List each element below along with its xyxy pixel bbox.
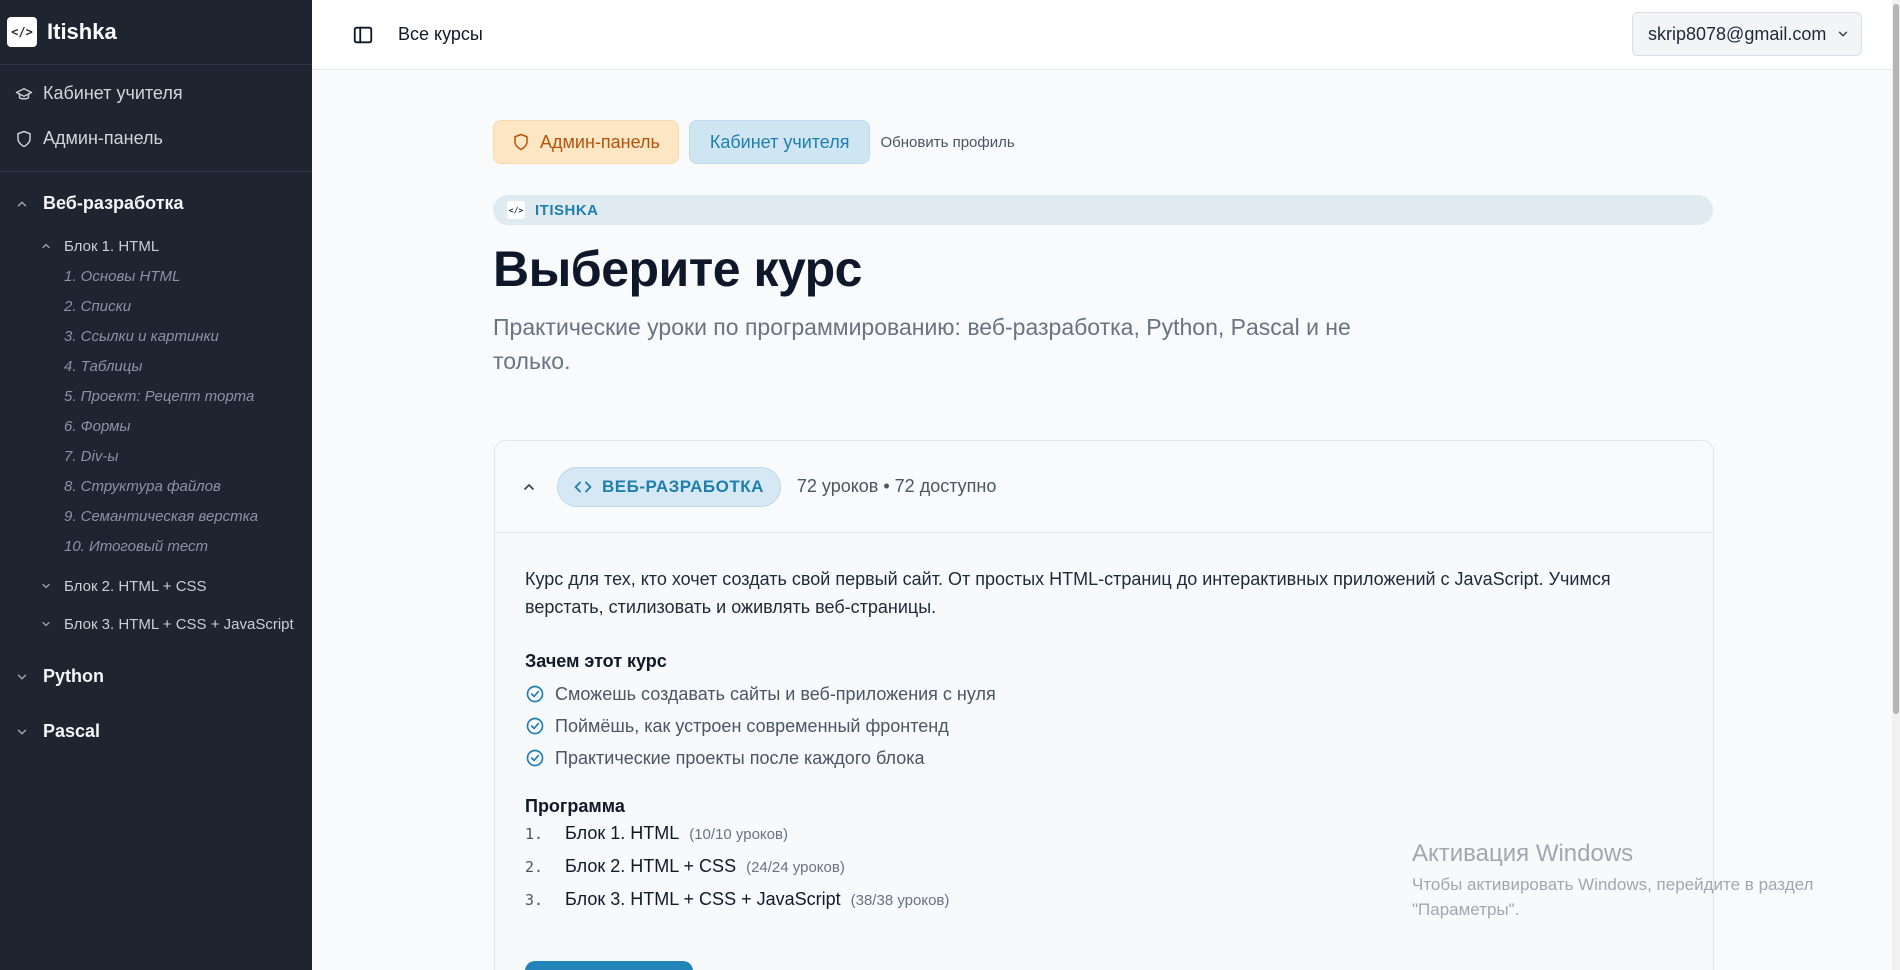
sidebar-top-links: Кабинет учителя Админ-панель: [0, 65, 312, 172]
shield-icon: [514, 133, 528, 151]
code-logo-icon: </>: [507, 201, 525, 219]
sidebar-section-python[interactable]: Python: [0, 649, 312, 704]
watermark-text: Чтобы активировать Windows, перейдите в …: [1412, 875, 1814, 919]
shield-icon: [17, 130, 31, 147]
chevron-down-icon: [42, 621, 50, 627]
watermark-title: Активация Windows: [1412, 840, 1634, 867]
program-count: (10/10 уроков): [689, 826, 788, 843]
course-meta: 72 уроков • 72 доступно: [796, 476, 997, 496]
chevron-up-icon: [17, 201, 27, 206]
course-badge-label: ВЕБ-РАЗРАБОТКА: [602, 476, 764, 496]
sidebar-item-label: Админ-панель: [43, 128, 163, 148]
user-email: skrip8078@gmail.com: [1648, 23, 1827, 44]
chevron-up-icon[interactable]: [521, 479, 537, 495]
topbar: Все курсы skrip8078@gmail.com: [312, 0, 1900, 70]
main-content: Админ-панель Кабинет учителя Обновить пр…: [312, 70, 1892, 970]
chevron-down-icon: [17, 674, 27, 679]
scrollbar-thumb[interactable]: [1893, 4, 1899, 714]
sidebar-lesson[interactable]: 5. Проект: Рецепт торта: [0, 381, 312, 411]
sidebar-lesson[interactable]: 4. Таблицы: [0, 351, 312, 381]
code-brackets-icon: [574, 481, 592, 492]
sidebar-lesson[interactable]: 8. Структура файлов: [0, 471, 312, 501]
sidebar-lesson[interactable]: 7. Div-ы: [0, 441, 312, 471]
chevron-down-icon: [1839, 31, 1848, 37]
brand-pill-label: ITISHKA: [535, 201, 599, 219]
chevron-up-icon: [42, 243, 50, 249]
sidebar: </> Itishka Кабинет учителя Админ-панель…: [0, 0, 312, 970]
program-name: Блок 1. HTML: [565, 823, 680, 843]
benefit-text: Поймёшь, как устроен современный фронтен…: [555, 715, 949, 736]
sidebar-section-label: Pascal: [43, 721, 101, 741]
program-number: 2.: [525, 858, 544, 876]
sidebar-toggle-icon[interactable]: [352, 24, 374, 46]
sidebar-block-label: Блок 2. HTML + CSS: [64, 577, 207, 595]
course-badge: ВЕБ-РАЗРАБОТКА: [557, 466, 781, 507]
sidebar-item-label: Кабинет учителя: [43, 83, 183, 103]
teacher-cabinet-label: Кабинет учителя: [709, 131, 850, 152]
sidebar-lesson[interactable]: 3. Ссылки и картинки: [0, 321, 312, 351]
why-heading: Зачем этот курс: [525, 651, 667, 671]
admin-panel-label: Админ-панель: [540, 131, 660, 152]
chevron-down-icon: [17, 729, 27, 734]
brand[interactable]: </> Itishka: [0, 0, 312, 65]
benefit-text: Сможешь создавать сайты и веб-приложения…: [555, 683, 996, 704]
list-item: Практические проекты после каждого блока: [525, 742, 1683, 774]
check-circle-icon: [526, 717, 544, 735]
sidebar-lesson[interactable]: 9. Семантическая верстка: [0, 501, 312, 531]
program-name: Блок 3. HTML + CSS + JavaScript: [565, 889, 841, 909]
code-logo-icon: </>: [7, 17, 37, 47]
graduation-cap-icon: [15, 87, 33, 100]
sidebar-item-teacher-cabinet[interactable]: Кабинет учителя: [0, 71, 312, 116]
course-description: Курс для тех, кто хочет создать свой пер…: [525, 569, 1611, 617]
sidebar-block-label: Блок 1. HTML: [64, 237, 160, 255]
admin-panel-button[interactable]: Админ-панель: [493, 120, 679, 164]
check-circle-icon: [526, 749, 544, 767]
sidebar-lesson[interactable]: 6. Формы: [0, 411, 312, 441]
sidebar-block-3[interactable]: Блок 3. HTML + CSS + JavaScript: [0, 605, 312, 643]
lesson-list: 1. Основы HTML 2. Списки 3. Ссылки и кар…: [0, 261, 312, 567]
benefit-text: Практические проекты после каждого блока: [555, 747, 925, 768]
breadcrumb[interactable]: Все курсы: [398, 24, 483, 45]
sidebar-block-label: Блок 3. HTML + CSS + JavaScript: [64, 615, 294, 633]
program-name: Блок 2. HTML + CSS: [565, 856, 737, 876]
program-count: (38/38 уроков): [850, 892, 950, 909]
list-item: Сможешь создавать сайты и веб-приложения…: [525, 678, 1683, 710]
course-start-button[interactable]: [525, 961, 693, 970]
sidebar-block-1[interactable]: Блок 1. HTML: [0, 231, 312, 261]
page-scrollbar[interactable]: [1892, 0, 1900, 970]
teacher-cabinet-button[interactable]: Кабинет учителя: [688, 120, 871, 164]
sidebar-lesson[interactable]: 10. Итоговый тест: [0, 531, 312, 561]
check-circle-icon: [526, 685, 544, 703]
user-menu-button[interactable]: skrip8078@gmail.com: [1632, 12, 1862, 56]
list-item: Поймёшь, как устроен современный фронтен…: [525, 710, 1683, 742]
hero-actions: Админ-панель Кабинет учителя Обновить пр…: [493, 120, 1015, 164]
benefit-list: Сможешь создавать сайты и веб-приложения…: [525, 678, 1683, 774]
sidebar-lesson[interactable]: 2. Списки: [0, 291, 312, 321]
sidebar-block-2[interactable]: Блок 2. HTML + CSS: [0, 567, 312, 605]
brand-name: Itishka: [47, 19, 117, 44]
update-profile-link[interactable]: Обновить профиль: [880, 134, 1014, 151]
brand-pill: </> ITISHKA: [493, 195, 1713, 225]
sidebar-section-web[interactable]: Веб-разработка: [0, 176, 312, 231]
page-subtitle: Практические уроки по программированию: …: [493, 314, 1351, 374]
course-card-header[interactable]: ВЕБ-РАЗРАБОТКА 72 уроков • 72 доступно: [495, 441, 1713, 533]
page-title: Выберите курс: [493, 241, 863, 297]
program-count: (24/24 уроков): [746, 859, 845, 876]
sidebar-section-pascal[interactable]: Pascal: [0, 704, 312, 759]
windows-activation-watermark: Активация Windows Чтобы активировать Win…: [1412, 840, 1872, 922]
program-number: 3.: [525, 891, 544, 909]
sidebar-section-label: Python: [43, 666, 104, 686]
program-number: 1.: [525, 825, 544, 843]
program-heading: Программа: [525, 796, 625, 816]
sidebar-section-label: Веб-разработка: [43, 193, 184, 213]
sidebar-lesson[interactable]: 1. Основы HTML: [0, 261, 312, 291]
chevron-down-icon: [42, 583, 50, 589]
sidebar-item-admin-panel[interactable]: Админ-панель: [0, 116, 312, 161]
